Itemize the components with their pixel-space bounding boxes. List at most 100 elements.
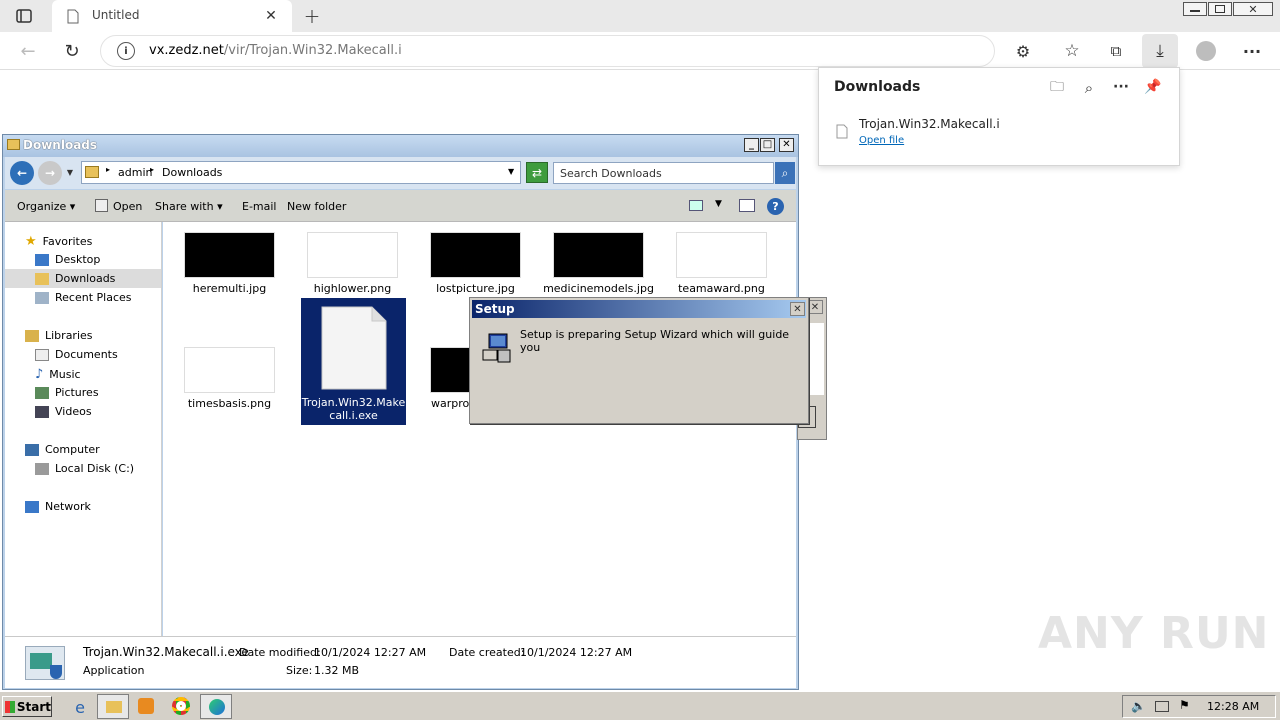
nav-videos[interactable]: Videos xyxy=(35,405,92,418)
breadcrumb[interactable]: ▸ admin ▸ Downloads ▼ xyxy=(81,161,521,184)
chrome-icon[interactable] xyxy=(172,697,190,715)
nav-label: Pictures xyxy=(55,386,99,399)
nav-favorites[interactable]: ★ Favorites xyxy=(25,234,92,249)
refresh-icon[interactable]: ⇄ xyxy=(526,162,548,183)
nav-local-disk[interactable]: Local Disk (C:) xyxy=(35,462,134,475)
file-thumbnail[interactable] xyxy=(676,232,767,278)
tab-title: Untitled xyxy=(92,8,140,22)
reload-icon[interactable]: ↻ xyxy=(60,39,84,63)
address-bar[interactable]: i vx.zedz.net/vir/Trojan.Win32.Makecall.… xyxy=(100,35,995,67)
downloads-icon[interactable]: ⤓ xyxy=(1142,34,1178,68)
nav-libraries[interactable]: Libraries xyxy=(25,329,93,342)
file-name[interactable]: medicinemodels.jpg xyxy=(538,282,659,295)
favorites-icon[interactable]: ☆ xyxy=(1060,39,1084,63)
breadcrumb-downloads[interactable]: Downloads xyxy=(162,166,222,179)
open-button[interactable]: Open xyxy=(113,200,142,213)
download-item-name[interactable]: Trojan.Win32.Makecall.i xyxy=(859,117,1000,131)
collections-icon[interactable]: ⧉ xyxy=(1104,39,1128,63)
date-modified-value: 10/1/2024 12:27 AM xyxy=(314,646,427,659)
forward-icon[interactable]: → xyxy=(38,161,62,185)
tab-actions-icon[interactable] xyxy=(12,6,36,26)
restore-button[interactable] xyxy=(1208,2,1232,16)
file-name[interactable]: lostpicture.jpg xyxy=(415,282,536,295)
chevron-down-icon[interactable]: ▼ xyxy=(715,199,722,209)
nav-pictures[interactable]: Pictures xyxy=(35,386,99,399)
setup-titlebar[interactable]: Setup ✕ xyxy=(472,300,806,318)
open-icon xyxy=(95,199,108,212)
close-icon[interactable]: ✕ xyxy=(262,7,280,25)
folder-icon xyxy=(106,701,122,713)
pin-icon[interactable]: 📌 xyxy=(1143,78,1163,96)
start-button[interactable]: Start xyxy=(2,696,52,717)
file-thumbnail[interactable] xyxy=(184,347,275,393)
maximize-button[interactable]: □ xyxy=(760,138,775,152)
nav-computer[interactable]: Computer xyxy=(25,443,100,456)
new-tab-icon[interactable]: + xyxy=(300,4,324,28)
close-button[interactable]: ✕ xyxy=(807,300,823,314)
nav-label: Recent Places xyxy=(55,291,132,304)
close-window-button[interactable]: ✕ xyxy=(1233,2,1273,16)
folder-icon[interactable]: 🗀 xyxy=(1047,79,1067,97)
email-button[interactable]: E-mail xyxy=(242,200,277,213)
open-file-link[interactable]: Open file xyxy=(859,135,904,146)
search-input[interactable]: Search Downloads xyxy=(553,162,774,184)
preview-pane-icon[interactable] xyxy=(739,199,755,212)
new-folder-button[interactable]: New folder xyxy=(287,200,346,213)
folder-icon xyxy=(7,139,20,150)
start-label: Start xyxy=(16,699,51,714)
edge-taskbar-button[interactable] xyxy=(200,694,232,719)
more-options-icon[interactable]: ··· xyxy=(1111,78,1131,96)
music-icon: ♪ xyxy=(35,367,44,382)
downloads-panel: Downloads 🗀 ⌕ ··· 📌 Trojan.Win32.Makecal… xyxy=(818,67,1180,166)
file-thumbnail[interactable] xyxy=(430,232,521,278)
back-icon[interactable]: ← xyxy=(16,39,40,63)
nav-network[interactable]: Network xyxy=(25,500,91,513)
file-name[interactable]: heremulti.jpg xyxy=(169,282,290,295)
share-with-button[interactable]: Share with ▾ xyxy=(155,200,223,213)
chevron-down-icon[interactable]: ▼ xyxy=(508,167,514,176)
nav-desktop[interactable]: Desktop xyxy=(35,253,100,266)
file-name[interactable]: highlower.png xyxy=(292,282,413,295)
volume-icon[interactable]: 🔈 xyxy=(1131,699,1146,713)
more-icon[interactable]: ··· xyxy=(1240,39,1264,63)
profile-icon[interactable] xyxy=(1196,41,1216,61)
change-view-icon[interactable] xyxy=(689,200,703,211)
file-icon xyxy=(836,124,848,142)
nav-recent-places[interactable]: Recent Places xyxy=(35,291,132,304)
nav-music[interactable]: ♪ Music xyxy=(35,367,81,382)
browser-tab[interactable]: Untitled ✕ xyxy=(52,0,292,32)
search-icon[interactable]: ⌕ xyxy=(1079,79,1099,97)
extensions-icon[interactable]: ⚙ xyxy=(1011,39,1035,63)
media-player-icon[interactable] xyxy=(138,698,154,714)
flag-icon[interactable]: ⚑ xyxy=(1179,698,1190,712)
libraries-icon xyxy=(25,329,39,342)
search-icon[interactable]: ⌕ xyxy=(775,162,795,184)
search-placeholder: Search Downloads xyxy=(560,167,662,180)
file-name[interactable]: timesbasis.png xyxy=(169,397,290,410)
minimize-button[interactable] xyxy=(1183,2,1207,16)
minimize-button[interactable]: _ xyxy=(744,138,759,152)
selected-file[interactable]: Trojan.Win32.Make call.i.exe xyxy=(301,298,406,425)
info-icon[interactable]: i xyxy=(117,42,135,60)
nav-downloads[interactable]: Downloads xyxy=(35,272,115,285)
clock[interactable]: 12:28 AM xyxy=(1207,700,1259,713)
file-name[interactable]: teamaward.png xyxy=(661,282,782,295)
folder-icon xyxy=(35,272,49,285)
breadcrumb-admin[interactable]: admin xyxy=(118,166,152,179)
organize-button[interactable]: Organize ▾ xyxy=(17,200,75,213)
file-thumbnail[interactable] xyxy=(307,232,398,278)
system-tray: 🔈 ⚑ 12:28 AM xyxy=(1122,695,1276,718)
close-button[interactable]: ✕ xyxy=(779,138,794,152)
file-thumbnail[interactable] xyxy=(184,232,275,278)
ie-icon[interactable]: e xyxy=(70,697,90,717)
network-icon[interactable] xyxy=(1155,701,1169,712)
close-button[interactable]: ✕ xyxy=(790,302,805,316)
computer-icon xyxy=(25,443,39,456)
nav-documents[interactable]: Documents xyxy=(35,348,118,361)
explorer-taskbar-button[interactable] xyxy=(97,694,129,719)
file-thumbnail[interactable] xyxy=(553,232,644,278)
explorer-titlebar[interactable]: Downloads _ □ ✕ xyxy=(3,135,798,157)
help-icon[interactable]: ? xyxy=(767,198,784,215)
chevron-down-icon[interactable]: ▼ xyxy=(65,167,75,177)
back-icon[interactable]: ← xyxy=(10,161,34,185)
